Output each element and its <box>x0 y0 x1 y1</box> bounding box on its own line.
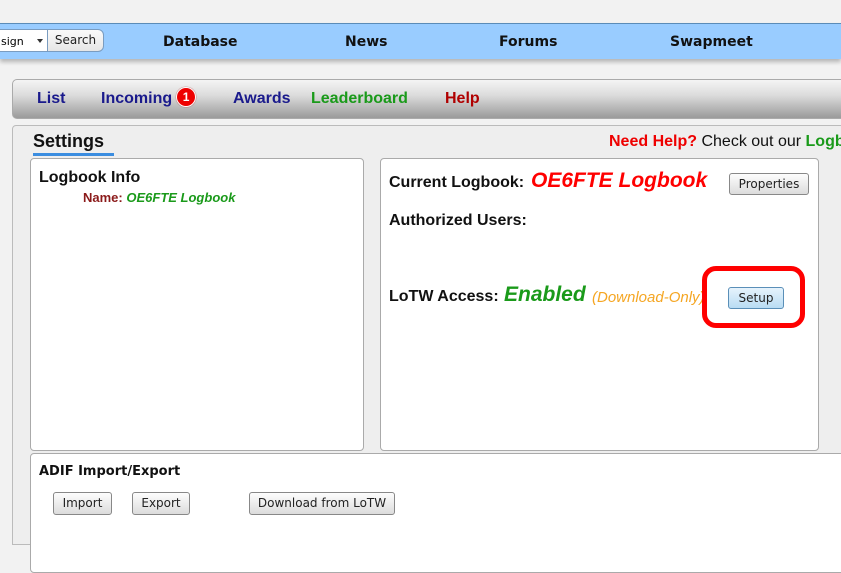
adif-title: ADIF Import/Export <box>39 464 181 479</box>
import-button[interactable]: Import <box>53 492 112 515</box>
nav-swapmeet[interactable]: Swapmeet <box>670 24 753 59</box>
properties-button[interactable]: Properties <box>729 173 809 195</box>
chevron-down-icon <box>37 39 43 43</box>
logbook-name-label: Name: <box>83 190 123 205</box>
tab-awards[interactable]: Awards <box>233 80 291 118</box>
logbook-info-title: Logbook Info <box>39 169 141 186</box>
tab-leaderboard[interactable]: Leaderboard <box>311 80 408 118</box>
authorized-users-label: Authorized Users: <box>389 212 527 229</box>
need-help-label: Need Help? <box>609 133 698 150</box>
lotw-access-label: LoTW Access: <box>389 288 499 305</box>
tab-list[interactable]: List <box>37 80 65 118</box>
incoming-count-badge: 1 <box>176 87 197 107</box>
lotw-setup-button[interactable]: Setup <box>728 287 784 309</box>
logbook-name-row: Name: OE6FTE Logbook <box>83 190 235 205</box>
need-help-text: Check out our <box>697 133 806 150</box>
tab-incoming-label: Incoming <box>101 90 173 107</box>
need-help-banner: Need Help? Check out our Logb <box>609 133 841 151</box>
download-from-lotw-button[interactable]: Download from LoTW <box>249 492 395 515</box>
nav-news[interactable]: News <box>345 24 387 59</box>
logbook-help-link[interactable]: Logb <box>806 133 841 150</box>
current-logbook-panel: Current Logbook: OE6FTE Logbook Properti… <box>380 158 819 451</box>
adif-import-export-panel: ADIF Import/Export Import Export Downloa… <box>30 453 841 573</box>
current-logbook-value: OE6FTE Logbook <box>531 169 708 192</box>
tab-incoming[interactable]: Incoming 1 <box>101 80 197 118</box>
settings-title: Settings <box>33 131 115 156</box>
search-type-select[interactable]: sign <box>0 29 47 52</box>
nav-forums[interactable]: Forums <box>499 24 557 59</box>
search-button[interactable]: Search <box>47 29 104 52</box>
export-button[interactable]: Export <box>132 492 190 515</box>
current-logbook-label: Current Logbook: <box>389 174 525 191</box>
lotw-mode-note: (Download-Only) <box>592 289 705 306</box>
lotw-status: Enabled <box>504 283 586 306</box>
logbook-info-panel: Logbook Info Name: OE6FTE Logbook <box>30 158 364 451</box>
nav-database[interactable]: Database <box>163 24 238 59</box>
tab-help[interactable]: Help <box>445 80 480 118</box>
top-navigation-bar: sign Search Database News Forums Swapmee… <box>0 23 841 59</box>
settings-section: Settings Need Help? Check out our Logb L… <box>12 125 841 573</box>
logbook-tabs-bar: List Incoming 1 Awards Leaderboard Help <box>12 79 841 119</box>
search-type-value: sign <box>1 35 24 48</box>
logbook-name-value: OE6FTE Logbook <box>126 190 236 205</box>
